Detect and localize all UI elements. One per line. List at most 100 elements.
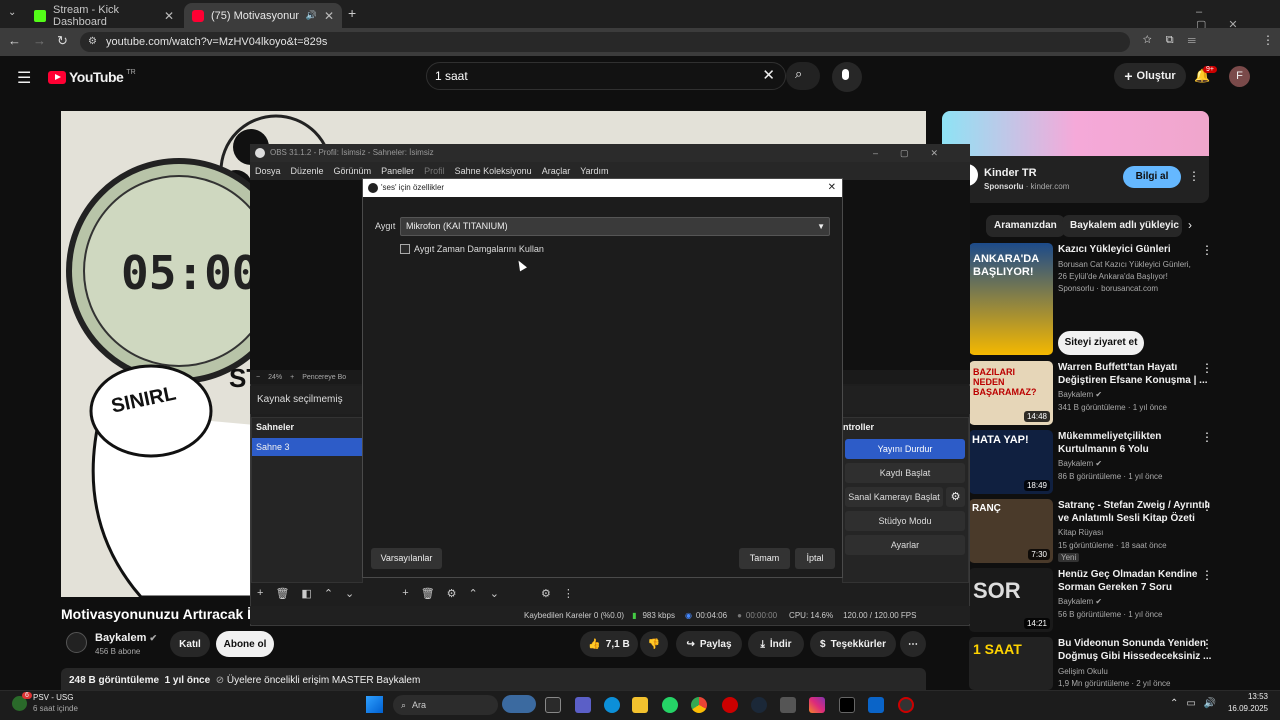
- obs-taskbar-icon[interactable]: [722, 697, 738, 713]
- menu-item[interactable]: Sahne Koleksiyonu: [455, 166, 532, 176]
- close-icon[interactable]: ✕: [324, 9, 334, 23]
- sidebar-video-item[interactable]: SOR 14:21 Henüz Geç Olmadan Kendine Sorma…: [969, 568, 1269, 632]
- defaults-button[interactable]: Varsayılanlar: [371, 548, 442, 569]
- more-icon[interactable]: ⋮: [1201, 430, 1213, 444]
- menu-item[interactable]: Dosya: [255, 166, 281, 176]
- system-tray-icons[interactable]: ⌃▭🔊: [1170, 698, 1224, 709]
- menu-item[interactable]: Araçlar: [542, 166, 571, 176]
- delete-source-icon[interactable]: 🗑: [421, 587, 435, 600]
- visit-site-button[interactable]: Siteyi ziyaret et: [1058, 331, 1144, 355]
- scene-item[interactable]: Sahne 3: [252, 438, 362, 456]
- more-icon[interactable]: ⋮: [1201, 637, 1213, 651]
- edge-icon[interactable]: [604, 697, 620, 713]
- reload-icon[interactable]: ↻: [57, 33, 68, 49]
- ad-cta-button[interactable]: Bilgi al: [1123, 166, 1181, 188]
- channel-name-row[interactable]: Baykalem ✔: [95, 632, 157, 644]
- mixer-settings-icon[interactable]: ⚙: [541, 587, 551, 600]
- clear-search-icon[interactable]: ✕: [762, 63, 775, 89]
- tab-youtube[interactable]: (75) Motivasyonunuzu Artır... 🔊 ✕: [184, 3, 342, 28]
- outlook-icon[interactable]: [868, 697, 884, 713]
- more-icon[interactable]: ⋮: [1201, 568, 1213, 582]
- back-icon[interactable]: ←: [8, 33, 21, 48]
- menu-item[interactable]: Görünüm: [334, 166, 372, 176]
- cancel-button[interactable]: İptal: [795, 548, 835, 569]
- youtube-logo[interactable]: YouTube TR: [48, 69, 136, 85]
- source-down-icon[interactable]: ⌄: [490, 587, 499, 600]
- tab-kick[interactable]: Stream - Kick Dashboard ✕: [26, 3, 182, 28]
- more-actions-button[interactable]: ⋯: [900, 631, 926, 657]
- search-button[interactable]: ⌕: [786, 62, 820, 90]
- share-button[interactable]: ↪ Paylaş: [676, 631, 742, 657]
- ad-banner[interactable]: Kinder TR Sponsorlu · kinder.com Bilgi a…: [942, 111, 1209, 203]
- obs-studio-icon[interactable]: [898, 697, 914, 713]
- dislike-button[interactable]: 👎: [640, 631, 668, 657]
- menu-item[interactable]: Düzenle: [291, 166, 324, 176]
- clock-time[interactable]: 13:53: [1234, 692, 1268, 701]
- filter-icon[interactable]: ◧: [301, 587, 311, 600]
- timestamps-checkbox[interactable]: [400, 244, 410, 254]
- windows-start-icon[interactable]: [366, 696, 383, 713]
- move-up-icon[interactable]: ⌃: [324, 587, 333, 600]
- more-icon[interactable]: ⋮: [1201, 499, 1213, 513]
- calculator-icon[interactable]: [780, 697, 796, 713]
- join-button[interactable]: Katıl: [170, 631, 210, 657]
- speaker-icon[interactable]: 🔊: [306, 10, 317, 21]
- instagram-icon[interactable]: [809, 697, 825, 713]
- like-button[interactable]: 👍 7,1 B: [580, 631, 638, 657]
- virtual-camera-settings-icon[interactable]: ⚙: [946, 487, 965, 507]
- mixer-more-icon[interactable]: ⋮: [563, 587, 574, 600]
- stop-stream-button[interactable]: Yayını Durdur: [845, 439, 965, 459]
- dialog-close-icon[interactable]: ✕: [828, 179, 836, 197]
- thanks-button[interactable]: $ Teşekkürler: [810, 631, 896, 657]
- source-up-icon[interactable]: ⌃: [469, 587, 478, 600]
- fit-window-label[interactable]: Pencereye Bo: [302, 374, 346, 381]
- voice-search-button[interactable]: [832, 62, 862, 92]
- filter-chip[interactable]: Aramanızdan: [986, 215, 1065, 237]
- close-icon[interactable]: ✕: [164, 9, 174, 23]
- avatar[interactable]: F: [1229, 66, 1250, 87]
- taskbar-search[interactable]: ⌕ Ara: [393, 695, 498, 715]
- subscribe-button[interactable]: Abone ol: [216, 631, 274, 657]
- channel-avatar[interactable]: [66, 632, 87, 653]
- start-virtual-camera-button[interactable]: Sanal Kamerayı Başlat: [845, 487, 943, 507]
- add-source-icon[interactable]: +: [402, 587, 408, 599]
- forward-icon[interactable]: →: [33, 33, 46, 48]
- device-select[interactable]: Mikrofon (KAI TITANIUM) ▼: [400, 217, 830, 236]
- more-icon[interactable]: ⋮: [1201, 243, 1213, 257]
- studio-mode-button[interactable]: Stüdyo Modu: [845, 511, 965, 531]
- download-button[interactable]: ⤓ İndir: [748, 631, 804, 657]
- chips-next-icon[interactable]: ›: [1188, 218, 1192, 232]
- hamburger-menu-icon[interactable]: ☰: [17, 68, 31, 88]
- steam-icon[interactable]: [751, 697, 767, 713]
- sidebar-video-item[interactable]: RANÇ 7:30 Satranç - Stefan Zweig / Ayrınt…: [969, 499, 1269, 563]
- create-button[interactable]: + Oluştur: [1114, 63, 1186, 89]
- sidebar-video-item[interactable]: HATA YAP! 18:49 Mükemmeliyetçilikten Kurt…: [969, 430, 1269, 494]
- source-settings-icon[interactable]: ⚙: [447, 587, 457, 600]
- start-recording-button[interactable]: Kaydı Başlat: [845, 463, 965, 483]
- filter-chip[interactable]: Baykalem adlı yükleyic: [1062, 215, 1182, 237]
- ad-more-icon[interactable]: ⋮: [1188, 169, 1200, 183]
- clock-date[interactable]: 16.09.2025: [1220, 704, 1268, 713]
- sidebar-ad-item[interactable]: ANKARA'DA BAŞLIYOR! Kazıcı Yükleyici Gün…: [969, 243, 1269, 355]
- new-tab-icon[interactable]: +: [348, 5, 356, 21]
- timestamps-checkbox-row[interactable]: Aygıt Zaman Damgalarını Kullan: [400, 244, 544, 254]
- zoom-out-icon[interactable]: −: [256, 374, 260, 381]
- site-info-icon[interactable]: ⚙: [88, 32, 97, 52]
- chrome-icon[interactable]: [691, 697, 707, 713]
- search-highlight-icon[interactable]: [502, 695, 536, 713]
- delete-scene-icon[interactable]: 🗑: [275, 587, 289, 600]
- obs-window-controls[interactable]: –▢✕: [873, 144, 960, 162]
- sidebar-video-item[interactable]: BAZILARI NEDEN BAŞARAMAZ? 14:48 Warren Bu…: [969, 361, 1269, 425]
- file-explorer-icon[interactable]: [632, 697, 648, 713]
- teams-icon[interactable]: [575, 697, 591, 713]
- zoom-in-icon[interactable]: +: [290, 374, 294, 381]
- move-down-icon[interactable]: ⌄: [345, 587, 354, 600]
- url-field[interactable]: ⚙ youtube.com/watch?v=MzHV04lkoyo&t=829s: [80, 32, 1130, 52]
- whatsapp-icon[interactable]: [662, 697, 678, 713]
- task-view-icon[interactable]: [545, 697, 561, 713]
- more-icon[interactable]: ⋮: [1201, 361, 1213, 375]
- menu-item[interactable]: Yardım: [580, 166, 608, 176]
- menu-item[interactable]: Profil: [424, 166, 445, 176]
- toolbar-icons[interactable]: ⎙☆⧉☰: [1120, 34, 1210, 47]
- ok-button[interactable]: Tamam: [739, 548, 790, 569]
